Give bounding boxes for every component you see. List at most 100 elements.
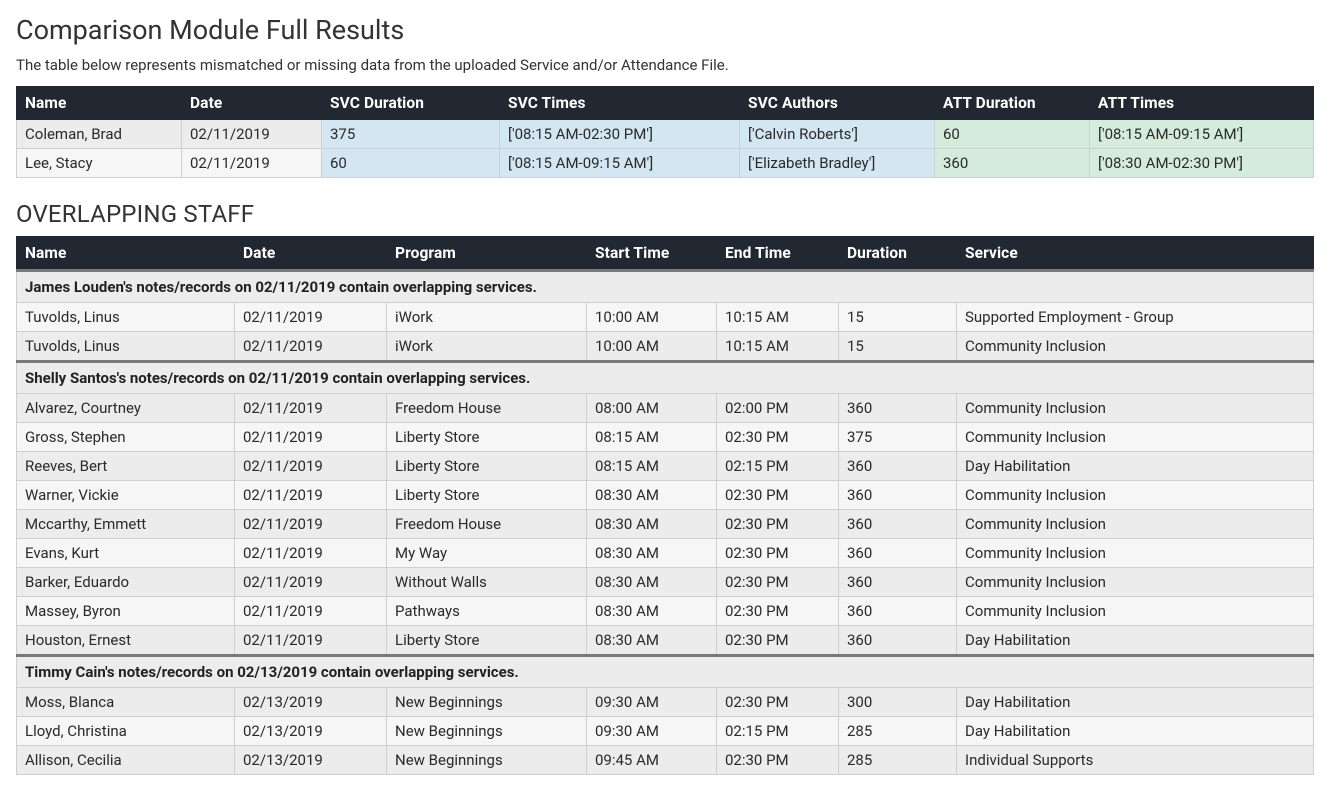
cell-end: 02:30 PM <box>717 510 839 539</box>
cell-duration: 360 <box>839 452 957 481</box>
cell-service: Community Inclusion <box>957 332 1314 362</box>
cell-service: Community Inclusion <box>957 568 1314 597</box>
cell-start: 08:30 AM <box>587 481 717 510</box>
cell-start: 08:30 AM <box>587 626 717 656</box>
cell-service: Community Inclusion <box>957 423 1314 452</box>
cell-start: 08:30 AM <box>587 510 717 539</box>
cell-end: 02:30 PM <box>717 746 839 775</box>
cell-name: Tuvolds, Linus <box>17 303 235 332</box>
cell-duration: 360 <box>839 568 957 597</box>
cell-duration: 285 <box>839 746 957 775</box>
cell-svc_authors: ['Calvin Roberts'] <box>740 120 935 149</box>
cell-service: Community Inclusion <box>957 394 1314 423</box>
cell-duration: 285 <box>839 717 957 746</box>
col-name: Name <box>17 87 182 120</box>
cell-program: Freedom House <box>387 394 587 423</box>
cell-duration: 360 <box>839 539 957 568</box>
overlapping-table: Name Date Program Start Time End Time Du… <box>16 236 1314 775</box>
cell-end: 02:30 PM <box>717 688 839 717</box>
col-svc-duration: SVC Duration <box>322 87 500 120</box>
cell-end: 02:00 PM <box>717 394 839 423</box>
group-header: Shelly Santos's notes/records on 02/11/2… <box>17 362 1314 394</box>
cell-duration: 360 <box>839 481 957 510</box>
cell-program: Liberty Store <box>387 423 587 452</box>
col-start: Start Time <box>587 237 717 271</box>
cell-duration: 360 <box>839 394 957 423</box>
table-row: Alvarez, Courtney02/11/2019Freedom House… <box>17 394 1314 423</box>
cell-start: 09:45 AM <box>587 746 717 775</box>
table-row: Reeves, Bert02/11/2019Liberty Store08:15… <box>17 452 1314 481</box>
cell-duration: 300 <box>839 688 957 717</box>
cell-duration: 360 <box>839 597 957 626</box>
cell-date: 02/11/2019 <box>235 510 387 539</box>
col-duration: Duration <box>839 237 957 271</box>
table-row: Moss, Blanca02/13/2019New Beginnings09:3… <box>17 688 1314 717</box>
cell-date: 02/13/2019 <box>235 746 387 775</box>
col-svc-authors: SVC Authors <box>740 87 935 120</box>
cell-service: Community Inclusion <box>957 539 1314 568</box>
cell-duration: 375 <box>839 423 957 452</box>
comparison-header-row: Name Date SVC Duration SVC Times SVC Aut… <box>17 87 1314 120</box>
cell-name: Lloyd, Christina <box>17 717 235 746</box>
col-att-duration: ATT Duration <box>935 87 1090 120</box>
col-svc-times: SVC Times <box>500 87 740 120</box>
cell-date: 02/11/2019 <box>235 597 387 626</box>
cell-duration: 360 <box>839 626 957 656</box>
comparison-table: Name Date SVC Duration SVC Times SVC Aut… <box>16 86 1314 178</box>
cell-program: New Beginnings <box>387 746 587 775</box>
table-row: Evans, Kurt02/11/2019My Way08:30 AM02:30… <box>17 539 1314 568</box>
cell-date: 02/11/2019 <box>235 539 387 568</box>
col-service: Service <box>957 237 1314 271</box>
cell-start: 08:30 AM <box>587 597 717 626</box>
cell-svc_times: ['08:15 AM-02:30 PM'] <box>500 120 740 149</box>
cell-start: 09:30 AM <box>587 717 717 746</box>
cell-program: My Way <box>387 539 587 568</box>
cell-program: New Beginnings <box>387 717 587 746</box>
cell-end: 02:30 PM <box>717 539 839 568</box>
cell-start: 10:00 AM <box>587 303 717 332</box>
cell-service: Day Habilitation <box>957 626 1314 656</box>
cell-name: Moss, Blanca <box>17 688 235 717</box>
cell-name: Allison, Cecilia <box>17 746 235 775</box>
cell-program: Pathways <box>387 597 587 626</box>
cell-start: 08:15 AM <box>587 423 717 452</box>
cell-duration: 360 <box>839 510 957 539</box>
col-date: Date <box>235 237 387 271</box>
table-row: Tuvolds, Linus02/11/2019iWork10:00 AM10:… <box>17 332 1314 362</box>
cell-date: 02/11/2019 <box>235 332 387 362</box>
cell-date: 02/11/2019 <box>235 423 387 452</box>
cell-program: Liberty Store <box>387 481 587 510</box>
cell-svc_duration: 60 <box>322 149 500 178</box>
table-row: Lloyd, Christina02/13/2019New Beginnings… <box>17 717 1314 746</box>
cell-program: Freedom House <box>387 510 587 539</box>
cell-svc_duration: 375 <box>322 120 500 149</box>
cell-start: 09:30 AM <box>587 688 717 717</box>
table-row: Lee, Stacy02/11/201960['08:15 AM-09:15 A… <box>17 149 1314 178</box>
cell-service: Individual Supports <box>957 746 1314 775</box>
cell-program: Without Walls <box>387 568 587 597</box>
cell-program: New Beginnings <box>387 688 587 717</box>
cell-svc_times: ['08:15 AM-09:15 AM'] <box>500 149 740 178</box>
cell-start: 08:15 AM <box>587 452 717 481</box>
cell-name: Coleman, Brad <box>17 120 182 149</box>
cell-program: iWork <box>387 303 587 332</box>
cell-date: 02/13/2019 <box>235 717 387 746</box>
cell-date: 02/11/2019 <box>235 481 387 510</box>
cell-name: Reeves, Bert <box>17 452 235 481</box>
overlapping-title: OVERLAPPING STAFF <box>16 200 1314 228</box>
cell-name: Barker, Eduardo <box>17 568 235 597</box>
page-subtitle: The table below represents mismatched or… <box>16 56 1314 74</box>
cell-att_times: ['08:15 AM-09:15 AM'] <box>1090 120 1314 149</box>
cell-date: 02/11/2019 <box>182 120 322 149</box>
cell-service: Day Habilitation <box>957 688 1314 717</box>
cell-end: 02:30 PM <box>717 597 839 626</box>
cell-end: 02:30 PM <box>717 568 839 597</box>
cell-service: Community Inclusion <box>957 597 1314 626</box>
col-end: End Time <box>717 237 839 271</box>
cell-start: 08:30 AM <box>587 568 717 597</box>
cell-name: Gross, Stephen <box>17 423 235 452</box>
cell-end: 02:30 PM <box>717 481 839 510</box>
overlapping-header-row: Name Date Program Start Time End Time Du… <box>17 237 1314 271</box>
table-row: Tuvolds, Linus02/11/2019iWork10:00 AM10:… <box>17 303 1314 332</box>
table-row: Allison, Cecilia02/13/2019New Beginnings… <box>17 746 1314 775</box>
